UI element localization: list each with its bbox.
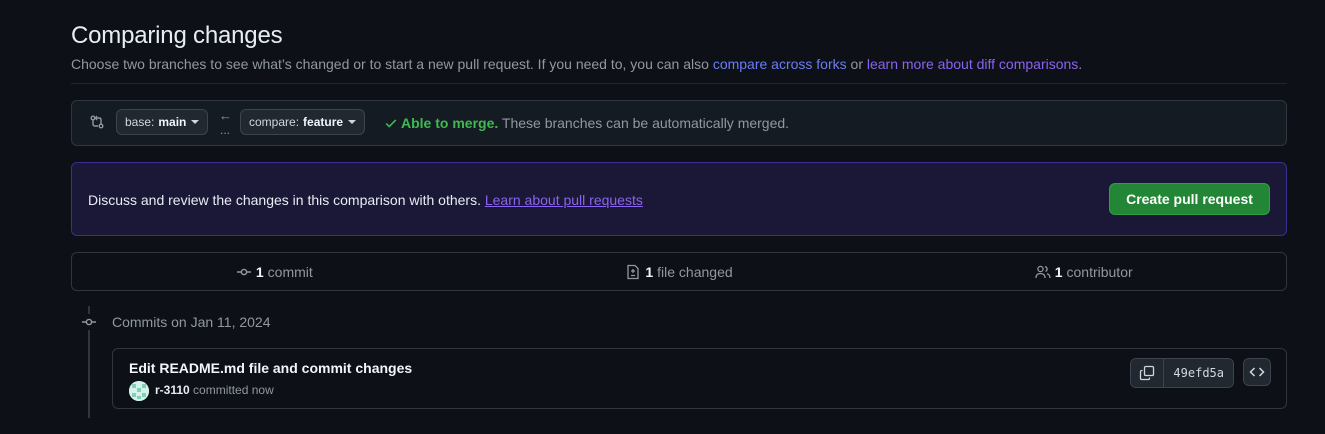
commits-date-heading: Commits on Jan 11, 2024 — [112, 314, 271, 330]
range-editor: base: main ← ... compare: feature Able t… — [71, 100, 1287, 146]
compare-across-forks-link[interactable]: compare across forks — [713, 56, 847, 72]
commits-count: 1 — [255, 263, 264, 280]
description-or: or — [846, 56, 867, 72]
caret-down-icon — [348, 120, 357, 124]
git-commit-icon — [80, 314, 98, 330]
banner-message: Discuss and review the changes in this c… — [88, 192, 481, 208]
copy-icon — [1140, 365, 1155, 381]
base-prefix: base: — [125, 115, 155, 129]
description-text: Choose two branches to see what’s change… — [71, 56, 713, 72]
check-icon — [385, 119, 397, 128]
page-title: Comparing changes — [71, 22, 283, 49]
copy-sha-button[interactable] — [1131, 359, 1165, 387]
commit-list-item: Edit README.md file and commit changes r… — [112, 348, 1287, 409]
banner-text: Discuss and review the changes in this c… — [88, 192, 643, 208]
header-divider — [71, 83, 1287, 84]
description-period: . — [1078, 56, 1083, 72]
commit-author-link[interactable]: r-3110 — [155, 383, 190, 397]
compare-stats: 1 commit 1 file changed 1 contributor — [71, 252, 1287, 291]
contributors-count: 1 — [1054, 263, 1063, 280]
merge-message: These branches can be automatically merg… — [501, 115, 790, 131]
avatar[interactable] — [129, 381, 149, 401]
code-icon — [1249, 367, 1265, 377]
merge-ok-text: Able to merge. — [401, 115, 499, 131]
git-compare-icon — [89, 114, 105, 130]
commits-tab[interactable]: 1 commit — [72, 253, 477, 290]
base-branch-select[interactable]: base: main — [116, 109, 209, 135]
commit-meta: r-3110 committed now — [155, 383, 274, 397]
commit-sha-link[interactable]: 49efd5a — [1164, 359, 1233, 387]
commits-label: commit — [267, 263, 313, 280]
create-pull-request-button[interactable]: Create pull request — [1109, 183, 1270, 215]
contributors-label: contributor — [1066, 263, 1133, 280]
learn-pull-requests-link[interactable]: Learn about pull requests — [485, 192, 643, 208]
files-changed-tab[interactable]: 1 file changed — [477, 253, 882, 290]
compare-branch-select[interactable]: compare: feature — [240, 109, 366, 135]
contributors-tab[interactable]: 1 contributor — [881, 253, 1286, 290]
git-commit-icon — [236, 268, 251, 275]
arrow-left-icon: ← — [219, 108, 232, 123]
browse-code-button[interactable] — [1243, 358, 1271, 386]
commit-title-link[interactable]: Edit README.md file and commit changes — [129, 360, 412, 376]
compare-prefix: compare: — [249, 115, 300, 129]
base-branch-name: main — [158, 115, 187, 129]
files-label: file changed — [657, 263, 733, 280]
file-diff-icon — [627, 264, 639, 279]
commit-time: committed now — [193, 383, 274, 397]
range-dots: ... — [219, 123, 230, 137]
commit-sha-group: 49efd5a — [1130, 358, 1234, 388]
people-icon — [1035, 265, 1051, 278]
diff-comparisons-link[interactable]: learn more about diff comparisons — [867, 56, 1078, 72]
create-pr-banner: Discuss and review the changes in this c… — [71, 162, 1287, 236]
page-description: Choose two branches to see what’s change… — [71, 56, 1082, 72]
files-count: 1 — [645, 263, 654, 280]
compare-arrow: ← ... — [219, 108, 232, 137]
merge-status: Able to merge. These branches can be aut… — [384, 115, 789, 131]
compare-branch-name: feature — [303, 115, 344, 129]
caret-down-icon — [191, 120, 200, 124]
